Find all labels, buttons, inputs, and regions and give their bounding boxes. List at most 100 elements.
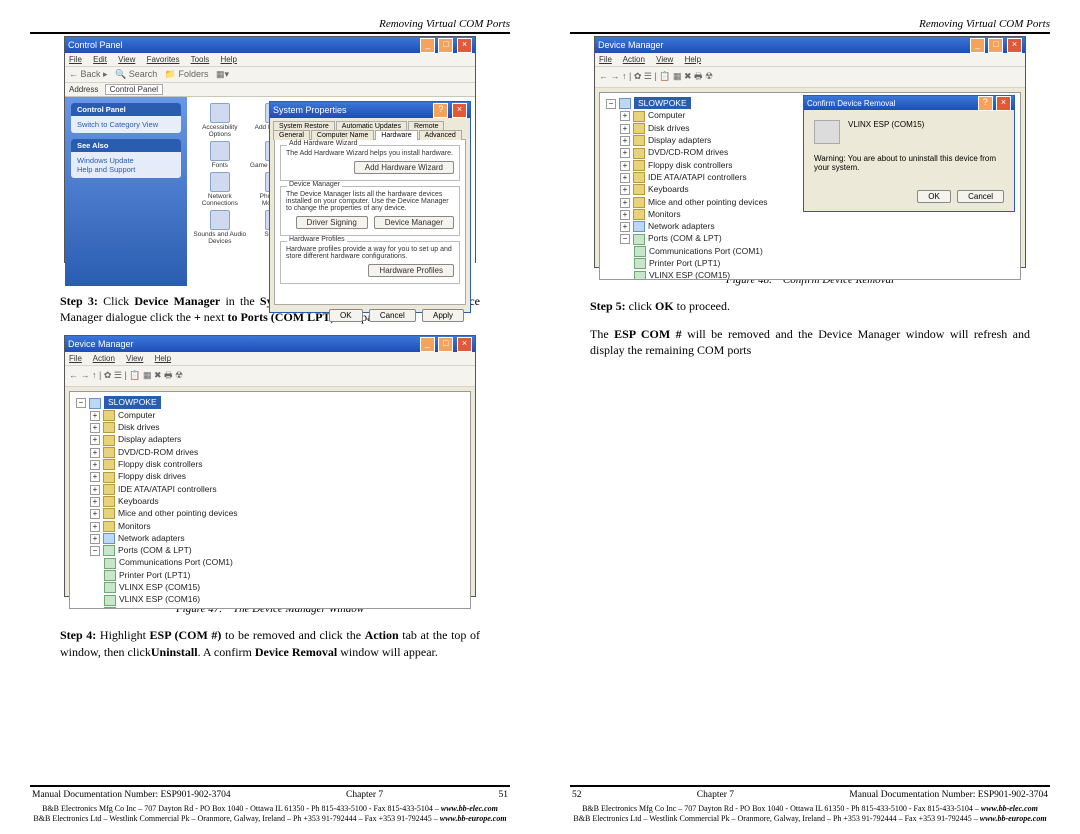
cp-icon[interactable]: Fonts [193, 141, 247, 169]
tree-expand-icon[interactable]: + [90, 534, 100, 544]
close-icon[interactable]: × [1007, 38, 1022, 53]
tree-expand-icon[interactable]: + [90, 509, 100, 519]
tree-port-item[interactable]: Communications Port (COM1) [649, 246, 763, 256]
tree-expand-icon[interactable]: + [620, 136, 630, 146]
tree-expand-icon[interactable]: + [620, 210, 630, 220]
tree-expand-icon[interactable]: + [620, 185, 630, 195]
tree-item[interactable]: Display adapters [648, 135, 711, 145]
cp-icon[interactable]: Accessibility Options [193, 103, 247, 138]
menu-file[interactable]: File [69, 55, 82, 64]
tree-item[interactable]: DVD/CD-ROM drives [648, 147, 728, 157]
tree-item[interactable]: Keyboards [648, 184, 689, 194]
tree-expand-icon[interactable]: + [620, 111, 630, 121]
tree-expand-icon[interactable]: + [620, 148, 630, 158]
tree-root[interactable]: SLOWPOKE [104, 396, 161, 408]
tab-hardware[interactable]: Hardware [375, 130, 417, 140]
tree-port-item[interactable]: VLINX ESP (COM15) [649, 270, 730, 280]
tree-expand-icon[interactable]: + [90, 522, 100, 532]
tree-item[interactable]: Disk drives [118, 422, 160, 432]
tree-expand-icon[interactable]: + [90, 411, 100, 421]
address-value[interactable]: Control Panel [105, 84, 163, 95]
btn-add-hw-wizard[interactable]: Add Hardware Wizard [354, 161, 454, 174]
tree-item[interactable]: Monitors [648, 209, 681, 219]
menu-file[interactable]: File [599, 55, 612, 64]
tab-advanced[interactable]: Advanced [419, 130, 462, 140]
tree-item[interactable]: Network adapters [648, 221, 715, 231]
tree-expand-icon[interactable]: + [90, 485, 100, 495]
tree-item[interactable]: Mice and other pointing devices [648, 197, 768, 207]
cp-switch-view[interactable]: Switch to Category View [77, 120, 175, 129]
menu-edit[interactable]: Edit [93, 55, 107, 64]
tab-general[interactable]: General [273, 130, 310, 140]
close-icon[interactable]: × [457, 38, 472, 53]
tree-expand-icon[interactable]: + [620, 161, 630, 171]
cp-icon[interactable]: Network Connections [193, 172, 247, 207]
menu-view[interactable]: View [656, 55, 673, 64]
btn-hw-profiles[interactable]: Hardware Profiles [368, 264, 454, 277]
tab-computer-name[interactable]: Computer Name [311, 130, 374, 140]
btn-cancel[interactable]: Cancel [369, 309, 416, 322]
menu-tools[interactable]: Tools [191, 55, 210, 64]
tree-port-item[interactable]: Communications Port (COM1) [119, 557, 233, 567]
tree-expand-icon[interactable]: + [90, 460, 100, 470]
btn-apply[interactable]: Apply [422, 309, 464, 322]
tree-collapse-icon[interactable]: − [606, 99, 616, 109]
close-icon[interactable]: × [457, 337, 472, 352]
tree-item[interactable]: Computer [118, 410, 155, 420]
tree-item[interactable]: IDE ATA/ATAPI controllers [648, 172, 747, 182]
btn-device-manager[interactable]: Device Manager [374, 216, 454, 229]
btn-driver-signing[interactable]: Driver Signing [296, 216, 368, 229]
cp-seealso-2[interactable]: Help and Support [77, 165, 175, 174]
tree-ports[interactable]: Ports (COM & LPT) [118, 545, 192, 555]
tree-item[interactable]: IDE ATA/ATAPI controllers [118, 484, 217, 494]
tree-expand-icon[interactable]: + [90, 448, 100, 458]
maximize-icon[interactable]: □ [988, 38, 1003, 53]
tree-collapse-icon[interactable]: − [90, 546, 100, 556]
tree-expand-icon[interactable]: + [90, 423, 100, 433]
tree-ports[interactable]: Ports (COM & LPT) [648, 233, 722, 243]
btn-ok[interactable]: OK [917, 190, 951, 203]
tree-expand-icon[interactable]: + [90, 472, 100, 482]
menu-help[interactable]: Help [221, 55, 237, 64]
btn-cancel[interactable]: Cancel [957, 190, 1004, 203]
minimize-icon[interactable]: _ [970, 38, 985, 53]
menu-help[interactable]: Help [685, 55, 701, 64]
tree-item[interactable]: Floppy disk drives [118, 471, 186, 481]
help-icon[interactable]: ? [433, 103, 448, 118]
close-icon[interactable]: × [452, 103, 467, 118]
tree-item[interactable]: Disk drives [648, 123, 690, 133]
tree-expand-icon[interactable]: + [620, 124, 630, 134]
tree-expand-icon[interactable]: + [620, 173, 630, 183]
menu-view[interactable]: View [126, 354, 143, 363]
menu-help[interactable]: Help [155, 354, 171, 363]
menu-action[interactable]: Action [623, 55, 645, 64]
close-icon[interactable]: × [996, 96, 1011, 111]
maximize-icon[interactable]: □ [438, 337, 453, 352]
cp-icon[interactable]: Sounds and Audio Devices [193, 210, 247, 245]
minimize-icon[interactable]: _ [420, 38, 435, 53]
tree-item[interactable]: Floppy disk controllers [648, 160, 733, 170]
tree-port-item[interactable]: Printer Port (LPT1) [649, 258, 720, 268]
help-icon[interactable]: ? [978, 96, 993, 111]
tree-item[interactable]: Floppy disk controllers [118, 459, 203, 469]
btn-ok[interactable]: OK [329, 309, 363, 322]
tree-port-item[interactable]: VLINX ESP (COM17) [119, 607, 200, 610]
tree-port-item[interactable]: VLINX ESP (COM16) [119, 594, 200, 604]
tree-port-item[interactable]: VLINX ESP (COM15) [119, 582, 200, 592]
maximize-icon[interactable]: □ [438, 38, 453, 53]
tree-expand-icon[interactable]: + [620, 222, 630, 232]
tree-item[interactable]: Network adapters [118, 533, 185, 543]
tree-collapse-icon[interactable]: − [76, 398, 86, 408]
tree-expand-icon[interactable]: + [90, 497, 100, 507]
menu-action[interactable]: Action [93, 354, 115, 363]
tree-item[interactable]: Computer [648, 110, 685, 120]
tree-root[interactable]: SLOWPOKE [634, 97, 691, 109]
tree-item[interactable]: Mice and other pointing devices [118, 508, 238, 518]
minimize-icon[interactable]: _ [420, 337, 435, 352]
tree-item[interactable]: Display adapters [118, 434, 181, 444]
menu-favorites[interactable]: Favorites [147, 55, 180, 64]
tree-collapse-icon[interactable]: − [620, 234, 630, 244]
tree-item[interactable]: Keyboards [118, 496, 159, 506]
menu-view[interactable]: View [118, 55, 135, 64]
tree-port-item[interactable]: Printer Port (LPT1) [119, 570, 190, 580]
